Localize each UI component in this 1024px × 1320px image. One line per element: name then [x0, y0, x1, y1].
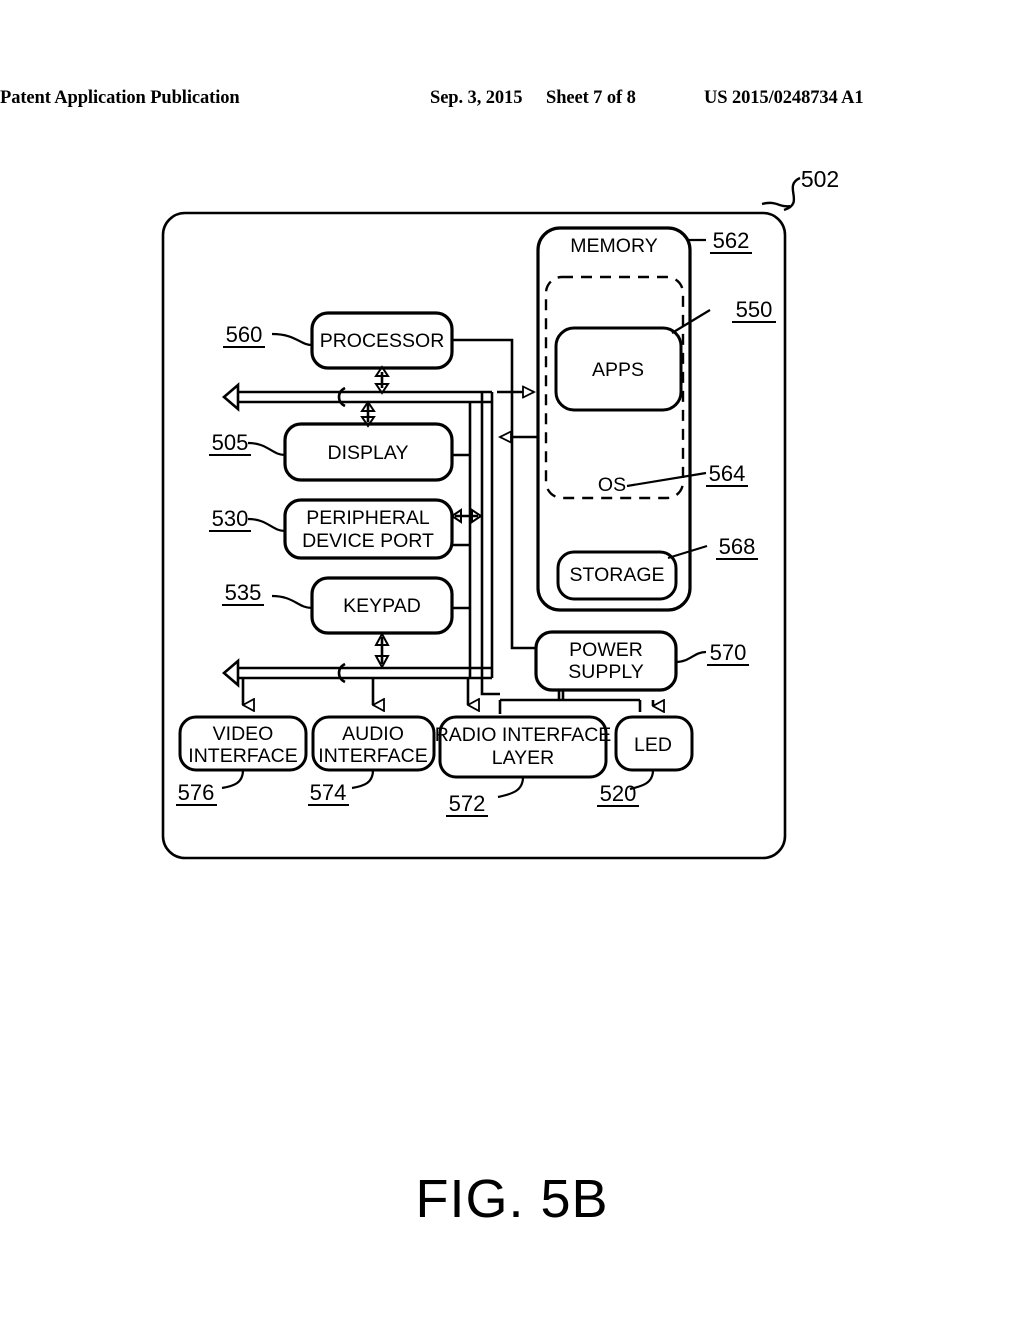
lower-bus [222, 658, 492, 688]
peripheral-bus-link [450, 508, 483, 524]
video-interface-label-line2: INTERFACE [188, 745, 297, 767]
power-distribution [498, 690, 653, 714]
ref-574: 574 [310, 780, 347, 805]
ref-564: 564 [709, 461, 746, 486]
ref-568: 568 [719, 534, 756, 559]
display-label: DISPLAY [328, 442, 409, 464]
peripheral-rail [452, 402, 472, 678]
vertical-bus-trunk [480, 392, 494, 678]
ref-562: 562 [713, 228, 750, 253]
processor-to-memory-path [452, 338, 534, 392]
ref-leader-576 [221, 769, 245, 790]
peripheral-device-port-label-line2: DEVICE PORT [302, 530, 434, 552]
ref-leader-570 [675, 650, 707, 664]
radio-interface-layer-label-line1: RADIO INTERFACE [435, 724, 612, 746]
ref-leader-564 [626, 471, 707, 488]
ref-535: 535 [225, 580, 262, 605]
apps-label: APPS [592, 359, 644, 381]
processor-label: PROCESSOR [320, 330, 445, 352]
block-diagram: 502 MEMORY 562 APPS 550 OS 564 STORAGE 5… [161, 166, 839, 860]
memory-dashed-region [544, 275, 685, 500]
patent-figure-page: Patent Application Publication Sep. 3, 2… [0, 0, 1024, 1320]
ref-560: 560 [226, 322, 263, 347]
led-label: LED [634, 734, 672, 756]
ref-leader-568 [667, 544, 708, 560]
ref-576: 576 [178, 780, 215, 805]
upper-bus [222, 382, 492, 412]
audio-interface-label-line2: INTERFACE [318, 745, 427, 767]
ref-leader-572 [497, 776, 525, 799]
audio-interface-label-line1: AUDIO [342, 723, 404, 745]
radio-interface-layer-label-line2: LAYER [492, 747, 555, 769]
processor-bus-link [374, 365, 390, 395]
ref-530: 530 [212, 506, 249, 531]
ref-505: 505 [212, 430, 249, 455]
ref-502: 502 [801, 166, 839, 192]
os-label: OS [598, 474, 626, 496]
ref-leader-505 [247, 441, 286, 457]
ref-leader-574 [351, 769, 375, 790]
memory-label: MEMORY [570, 235, 657, 257]
ref-550: 550 [736, 297, 773, 322]
video-interface-label-line1: VIDEO [213, 723, 274, 745]
ref-leader-502-tail [761, 201, 791, 208]
figure-caption: FIG. 5B [415, 1169, 609, 1229]
storage-label: STORAGE [570, 564, 665, 586]
ref-572: 572 [449, 791, 486, 816]
ref-570: 570 [710, 640, 747, 665]
bus-to-interfaces [241, 678, 468, 705]
ref-leader-535 [271, 594, 313, 610]
ref-520: 520 [600, 781, 637, 806]
ref-leader-560 [271, 332, 313, 347]
keypad-bus-link [374, 631, 390, 670]
power-supply-label-line2: SUPPLY [568, 661, 644, 683]
peripheral-device-port-label-line1: PERIPHERAL [306, 507, 430, 529]
keypad-label: KEYPAD [343, 595, 421, 617]
power-supply-label-line1: POWER [569, 639, 643, 661]
ref-leader-530 [247, 517, 286, 533]
